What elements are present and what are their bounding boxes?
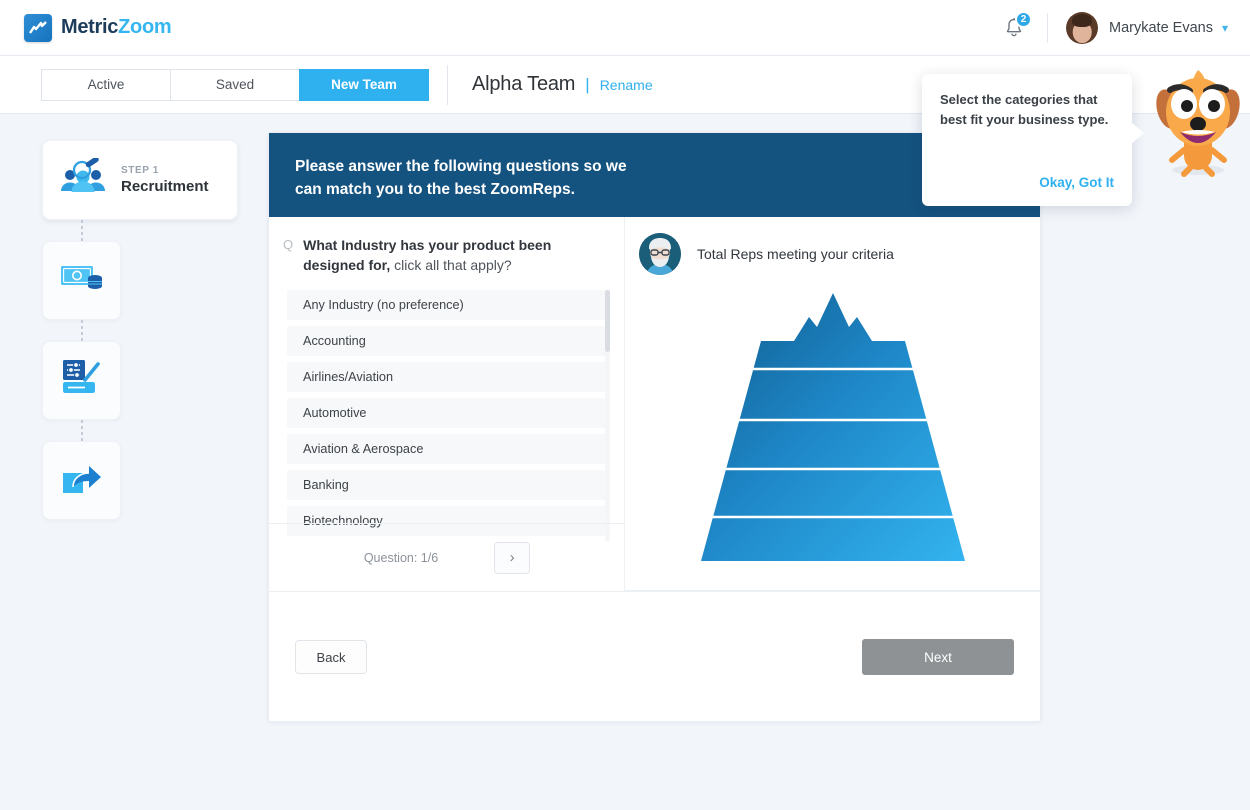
title-separator: | xyxy=(585,74,590,94)
list-item[interactable]: Banking xyxy=(287,469,610,500)
share-export-icon xyxy=(59,459,105,502)
notifications-button[interactable]: 2 xyxy=(999,10,1032,43)
list-item[interactable]: Any Industry (no preference) xyxy=(287,289,610,320)
tab-active[interactable]: Active xyxy=(41,68,171,101)
page-title: Alpha Team xyxy=(472,73,576,95)
tab-saved[interactable]: Saved xyxy=(170,68,300,101)
pyramid-svg xyxy=(701,293,965,561)
question-pane: Q What Industry has your product been de… xyxy=(269,217,625,591)
tooltip-text: Select the categories that best fit your… xyxy=(940,92,1109,127)
settings-pen-icon xyxy=(59,358,105,403)
rail-connector xyxy=(81,320,83,341)
rename-link[interactable]: Rename xyxy=(600,77,653,93)
pane-rule xyxy=(625,590,1040,591)
list-item[interactable]: Accounting xyxy=(287,325,610,356)
list-item[interactable]: Automotive xyxy=(287,397,610,428)
reps-header: Total Reps meeting your criteria xyxy=(625,217,1040,275)
sidebar-item-recruitment[interactable]: STEP 1 Recruitment xyxy=(42,140,238,220)
question-marker-icon: Q xyxy=(283,237,294,252)
question-counter: Question: 1/6 xyxy=(363,550,439,565)
onboarding-tooltip: Select the categories that best fit your… xyxy=(922,74,1144,206)
reps-title: Total Reps meeting your criteria xyxy=(697,246,894,262)
banner-line-2: can match you to the best ZoomReps. xyxy=(295,181,575,199)
next-question-button[interactable]: › xyxy=(494,541,531,574)
chevron-down-icon[interactable]: ▾ xyxy=(1222,21,1228,35)
dog-mascot-icon xyxy=(1150,64,1246,180)
question-pager: Question: 1/6 › xyxy=(269,523,625,591)
step-title: Recruitment xyxy=(121,178,209,195)
list-item[interactable]: Airlines/Aviation xyxy=(287,361,610,392)
back-button[interactable]: Back xyxy=(295,640,367,674)
question-text: What Industry has your product been desi… xyxy=(303,235,606,276)
sidebar-item-share[interactable] xyxy=(42,441,121,520)
user-name[interactable]: Marykate Evans xyxy=(1109,20,1213,36)
brand-name: MetricZoom xyxy=(61,16,172,39)
chevron-right-icon: › xyxy=(509,549,515,566)
people-search-icon xyxy=(59,156,107,203)
app-root: MetricZoom 2 Marykate Evans ▾ Active Sav… xyxy=(0,0,1250,810)
sidebar-item-budget[interactable] xyxy=(42,241,121,320)
avatar[interactable] xyxy=(1066,11,1098,44)
top-bar-divider xyxy=(1047,12,1048,43)
tab-new-team[interactable]: New Team xyxy=(299,68,429,101)
brand-name-first: Metric xyxy=(61,16,119,38)
brand-logo[interactable]: MetricZoom xyxy=(24,13,172,42)
brand-name-second: Zoom xyxy=(118,16,172,38)
reps-pane: Total Reps meeting your criteria xyxy=(625,217,1040,591)
next-button[interactable]: Next xyxy=(862,639,1014,675)
banner-line-1: Please answer the following questions so… xyxy=(295,158,627,175)
list-item[interactable]: Aviation & Aerospace xyxy=(287,433,610,464)
rail-connector xyxy=(81,220,83,241)
tooltip-dismiss-button[interactable]: Okay, Got It xyxy=(1039,175,1114,190)
card-body: Q What Industry has your product been de… xyxy=(269,217,1040,591)
sidebar-item-configure[interactable] xyxy=(42,341,121,420)
team-tabs: Active Saved New Team xyxy=(41,68,429,101)
questionnaire-card: Please answer the following questions so… xyxy=(268,132,1041,722)
chart-zigzag-icon xyxy=(24,13,52,42)
top-bar: MetricZoom 2 Marykate Evans ▾ xyxy=(0,0,1250,56)
tab-bar-divider xyxy=(447,64,448,105)
reps-pyramid-chart xyxy=(625,279,1040,579)
question-text-rest: click all that apply? xyxy=(390,257,512,274)
top-bar-right: 2 Marykate Evans ▾ xyxy=(999,0,1228,55)
scrollbar-thumb[interactable] xyxy=(605,289,610,352)
pyramid-body xyxy=(701,293,965,561)
notification-badge: 2 xyxy=(1015,10,1032,28)
money-cash-icon xyxy=(59,260,105,301)
steps-rail: STEP 1 Recruitment xyxy=(42,140,238,520)
scrollbar[interactable] xyxy=(605,289,610,542)
industry-option-list[interactable]: Any Industry (no preference) Accounting … xyxy=(287,289,610,542)
card-footer: Back Next xyxy=(269,591,1040,722)
step-meta: STEP 1 Recruitment xyxy=(121,165,209,195)
rep-avatar-icon xyxy=(639,233,681,275)
step-number-label: STEP 1 xyxy=(121,165,159,176)
question-row: Q What Industry has your product been de… xyxy=(269,217,624,290)
rail-connector xyxy=(81,420,83,441)
